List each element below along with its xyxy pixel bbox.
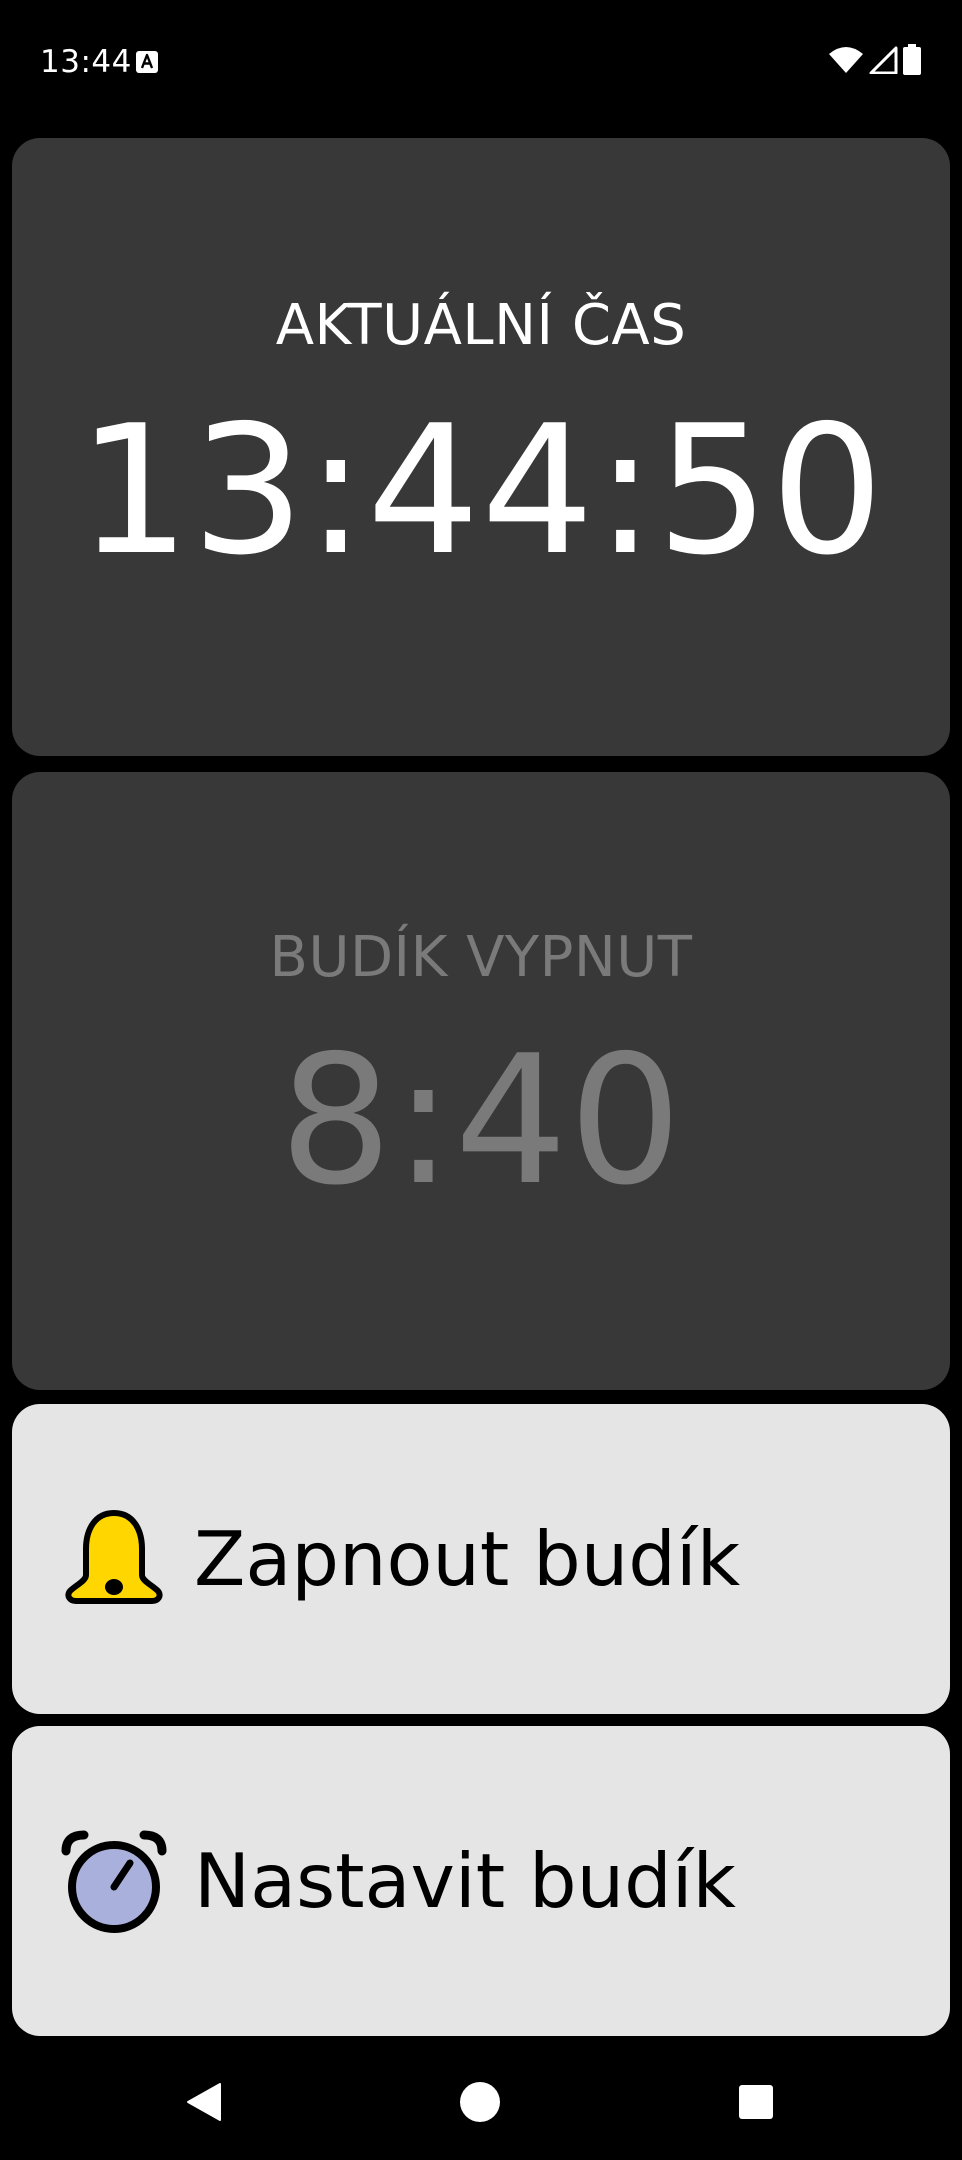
recents-button[interactable] [696, 2048, 816, 2160]
recents-icon [738, 2084, 774, 2124]
status-icons [828, 44, 922, 80]
enable-alarm-label: Zapnout budík [194, 1515, 741, 1603]
cell-signal-icon [868, 46, 898, 78]
alarm-clock-icon [56, 1823, 172, 1939]
battery-icon [902, 44, 922, 80]
current-time-card: AKTUÁLNÍ ČAS 13:44:50 [12, 138, 950, 756]
bell-icon [56, 1501, 172, 1617]
set-alarm-button[interactable]: Nastavit budík [12, 1726, 950, 2036]
back-icon [184, 2080, 224, 2128]
wifi-icon [828, 46, 864, 78]
current-time-caption: AKTUÁLNÍ ČAS [275, 293, 687, 358]
home-icon [459, 2081, 501, 2127]
status-bar: 13:44 [0, 0, 962, 128]
alarm-status-caption: BUDÍK VYPNUT [269, 925, 693, 990]
enable-alarm-button[interactable]: Zapnout budík [12, 1404, 950, 1714]
home-button[interactable] [420, 2048, 540, 2160]
alarm-status-card: BUDÍK VYPNUT 8:40 [12, 772, 950, 1390]
a-notification-icon [136, 51, 158, 73]
navigation-bar [0, 2048, 962, 2160]
alarm-time-display: 8:40 [279, 1017, 683, 1224]
set-alarm-label: Nastavit budík [194, 1837, 736, 1925]
status-time: 13:44 [40, 44, 132, 80]
back-button[interactable] [144, 2048, 264, 2160]
current-time-display: 13:44:50 [77, 387, 885, 594]
